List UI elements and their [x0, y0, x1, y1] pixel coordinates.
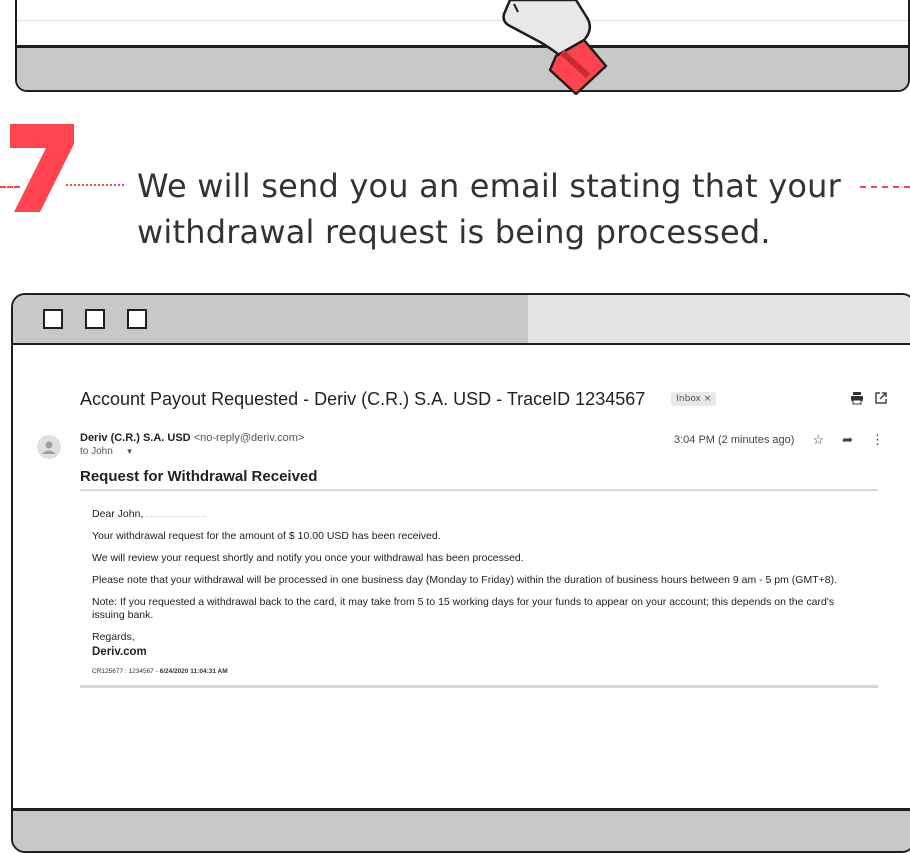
- sender-name: Deriv (C.R.) S.A. USD: [80, 432, 191, 444]
- email-paragraph-4: Note: If you requested a withdrawal back…: [92, 596, 835, 621]
- email-meta: 3:04 PM (2 minutes ago) ☆ ➦ ⋮: [674, 432, 884, 448]
- hand-pointer-icon: [502, 0, 608, 95]
- tab-area: [528, 295, 910, 343]
- chevron-down-icon[interactable]: ▼: [126, 447, 134, 456]
- more-icon[interactable]: ⋮: [871, 432, 884, 448]
- email-timestamp: 3:04 PM (2 minutes ago): [673, 434, 795, 446]
- reference-id: CR125677 : 1234567 -: [92, 668, 160, 675]
- email-heading: Request for Withdrawal Received: [80, 468, 878, 491]
- email-window: Account Payout Requested - Deriv (C.R.) …: [11, 293, 910, 853]
- window-button-1[interactable]: [43, 309, 63, 329]
- email-closing: Regards,: [92, 631, 135, 643]
- email-end-divider: [80, 685, 878, 688]
- recipient-line: to John: [80, 446, 113, 457]
- step-number-7: 7: [6, 118, 74, 212]
- email-paragraph-1: Your withdrawal request for the amount o…: [92, 530, 441, 542]
- popout-icon[interactable]: [874, 391, 888, 405]
- reply-icon[interactable]: ➦: [842, 432, 853, 448]
- dashed-connector-right: [860, 186, 910, 188]
- email-subject-row: Account Payout Requested - Deriv (C.R.) …: [80, 387, 887, 411]
- window-titlebar: [13, 295, 910, 345]
- email-subject: Account Payout Requested - Deriv (C.R.) …: [80, 388, 646, 409]
- email-paragraph-2: We will review your request shortly and …: [92, 552, 524, 564]
- inbox-label-badge[interactable]: Inbox ×: [671, 392, 717, 406]
- email-greeting: Dear John,: [92, 508, 144, 520]
- sender-email: <no-reply@deriv.com>: [193, 432, 305, 444]
- redacted-text: [146, 507, 207, 517]
- divider: [17, 20, 908, 21]
- email-paragraph-3: Please note that your withdrawal will be…: [92, 574, 837, 586]
- reference-date: 6/24/2020 11:04:31 AM: [159, 668, 228, 675]
- svg-text:7: 7: [6, 118, 7, 119]
- step-description: We will send you an email stating that y…: [137, 167, 841, 251]
- email-body: Request for Withdrawal Received Dear Joh…: [80, 468, 878, 688]
- star-icon[interactable]: ☆: [812, 432, 824, 448]
- window-footer: [13, 808, 910, 851]
- window-button-2[interactable]: [85, 309, 105, 329]
- window-button-3[interactable]: [127, 309, 147, 329]
- print-icon[interactable]: [850, 391, 864, 405]
- avatar-icon[interactable]: [37, 435, 61, 459]
- email-signature: Deriv.com: [92, 646, 147, 658]
- sender-block: Deriv (C.R.) S.A. USD <no-reply@deriv.co…: [80, 432, 304, 457]
- dotted-connector: [66, 184, 124, 186]
- previous-step-window: [15, 0, 910, 92]
- email-reference: CR125677 : 1234567 - 6/24/2020 11:04:31 …: [92, 668, 866, 675]
- window-footer: [17, 45, 908, 90]
